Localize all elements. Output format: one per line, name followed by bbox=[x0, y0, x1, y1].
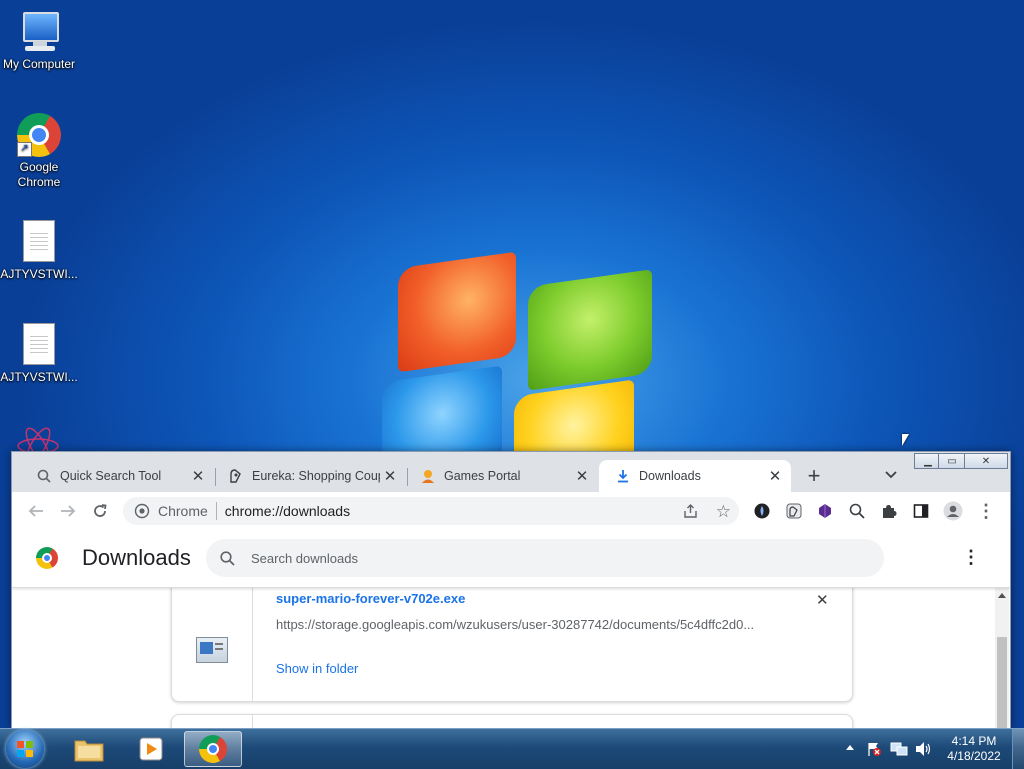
search-icon bbox=[220, 550, 235, 566]
downloads-header: Downloads Search downloads ⋮ bbox=[12, 530, 1010, 588]
folder-icon bbox=[74, 740, 104, 762]
search-downloads-placeholder: Search downloads bbox=[251, 550, 358, 566]
mouse-cursor bbox=[902, 434, 909, 446]
chrome-menu-icon[interactable]: ⋮ bbox=[974, 499, 998, 523]
eureka-extension-icon[interactable] bbox=[782, 499, 806, 523]
scroll-up-arrow-icon[interactable] bbox=[998, 593, 1006, 598]
gem-extension-icon[interactable] bbox=[813, 499, 837, 523]
tab-games-portal[interactable]: Games Portal ✕ bbox=[404, 460, 598, 492]
scrollbar-thumb[interactable] bbox=[997, 637, 1007, 729]
tab-title: Quick Search Tool bbox=[60, 469, 162, 483]
volume-icon[interactable] bbox=[914, 741, 932, 762]
eureka-icon bbox=[228, 468, 244, 484]
desktop-icon-label: My Computer bbox=[2, 57, 76, 71]
zoom-icon[interactable] bbox=[845, 499, 869, 523]
download-item-card: super-mario-forever-v702e.exe https://st… bbox=[171, 570, 853, 702]
desktop-icon-label: Google Chrome bbox=[17, 160, 61, 189]
tab-downloads[interactable]: Downloads ✕ bbox=[599, 460, 791, 492]
document-icon bbox=[17, 323, 61, 367]
action-center-flag-icon[interactable] bbox=[866, 741, 882, 762]
bookmark-star-icon[interactable]: ☆ bbox=[716, 502, 731, 522]
download-icon bbox=[615, 468, 631, 484]
windows-logo-wallpaper bbox=[368, 250, 668, 491]
taskbar-file-explorer[interactable] bbox=[60, 731, 118, 767]
desktop-icon-file-1[interactable]: AJTYVSTWI... bbox=[0, 220, 78, 282]
clock-date: 4/18/2022 bbox=[947, 749, 1001, 763]
omnibox-divider bbox=[215, 502, 217, 520]
extensions-puzzle-icon[interactable] bbox=[877, 499, 901, 523]
download-source-url[interactable]: https://storage.googleapis.com/wzukusers… bbox=[276, 617, 776, 632]
show-desktop-button[interactable] bbox=[1012, 729, 1024, 769]
close-tab-icon[interactable]: ✕ bbox=[188, 467, 208, 485]
page-title: Downloads bbox=[82, 545, 191, 570]
atom-icon[interactable] bbox=[16, 424, 60, 452]
desktop-icon-my-computer[interactable]: My Computer bbox=[0, 10, 78, 72]
show-hidden-icons-arrow[interactable] bbox=[846, 745, 854, 750]
close-tab-icon[interactable]: ✕ bbox=[380, 467, 400, 485]
desktop-icon-label: AJTYVSTWI... bbox=[0, 370, 78, 384]
close-tab-icon[interactable]: ✕ bbox=[765, 467, 785, 485]
card-divider bbox=[252, 715, 253, 729]
maximize-button[interactable]: ▭ bbox=[938, 453, 966, 469]
tab-title: Eureka: Shopping Coupons bbox=[252, 469, 380, 483]
downloads-more-menu-icon[interactable]: ⋮ bbox=[962, 547, 980, 568]
omnibox[interactable]: Chrome chrome://downloads ☆ bbox=[123, 497, 739, 525]
desktop-icon-label: AJTYVSTWI... bbox=[0, 267, 78, 281]
tab-strip: Quick Search Tool ✕ Eureka: Shopping Cou… bbox=[12, 452, 1010, 492]
taskbar-media-player[interactable] bbox=[122, 731, 180, 767]
chrome-site-icon bbox=[134, 503, 150, 519]
tab-search-chevron-icon[interactable] bbox=[880, 466, 902, 486]
download-filename-link[interactable]: super-mario-forever-v702e.exe bbox=[276, 591, 465, 606]
forward-button[interactable] bbox=[56, 499, 80, 523]
chrome-logo-icon bbox=[36, 547, 58, 569]
taskbar: 4:14 PM 4/18/2022 bbox=[0, 728, 1024, 769]
downloads-page: Downloads Search downloads ⋮ super-mario… bbox=[12, 530, 1010, 729]
back-button[interactable] bbox=[24, 499, 48, 523]
omnibox-url: chrome://downloads bbox=[224, 503, 351, 519]
clock-time: 4:14 PM bbox=[951, 734, 997, 748]
page-scrollbar[interactable] bbox=[995, 587, 1009, 729]
windows-flag-icon bbox=[17, 741, 33, 757]
card-divider bbox=[252, 571, 253, 701]
remove-download-icon[interactable]: ✕ bbox=[816, 591, 829, 609]
tab-eureka[interactable]: Eureka: Shopping Coupons ✕ bbox=[212, 460, 406, 492]
browser-toolbar: Chrome chrome://downloads ☆ ⋮ bbox=[12, 492, 1010, 530]
system-clock[interactable]: 4:14 PM 4/18/2022 bbox=[938, 734, 1010, 764]
shortcut-arrow-icon: ↗ bbox=[17, 142, 32, 157]
start-button[interactable] bbox=[6, 730, 44, 768]
show-in-folder-link[interactable]: Show in folder bbox=[276, 661, 358, 676]
tab-title: Downloads bbox=[639, 469, 701, 483]
chrome-icon bbox=[199, 735, 227, 763]
tab-title: Games Portal bbox=[444, 469, 521, 483]
chrome-icon: ↗ bbox=[17, 113, 61, 157]
omnibox-site-label: Chrome bbox=[158, 503, 208, 519]
document-icon bbox=[17, 220, 61, 264]
search-icon bbox=[36, 468, 52, 484]
close-window-button[interactable]: ✕ bbox=[964, 453, 1008, 469]
network-icon[interactable] bbox=[890, 741, 908, 762]
computer-icon bbox=[17, 10, 61, 54]
extension-1-icon[interactable] bbox=[750, 499, 774, 523]
desktop-icon-file-2[interactable]: AJTYVSTWI... bbox=[0, 323, 78, 385]
new-tab-button[interactable]: + bbox=[802, 464, 826, 488]
tab-quick-search-tool[interactable]: Quick Search Tool ✕ bbox=[20, 460, 214, 492]
taskbar-chrome[interactable] bbox=[184, 731, 242, 767]
search-downloads-field[interactable]: Search downloads bbox=[206, 539, 884, 577]
games-icon bbox=[420, 468, 436, 484]
chrome-window: Quick Search Tool ✕ Eureka: Shopping Cou… bbox=[11, 451, 1011, 730]
download-item-card bbox=[171, 714, 853, 729]
close-tab-icon[interactable]: ✕ bbox=[572, 467, 592, 485]
profile-avatar-icon[interactable] bbox=[941, 499, 965, 523]
exe-file-icon bbox=[196, 637, 228, 663]
reload-button[interactable] bbox=[88, 499, 112, 523]
share-icon[interactable] bbox=[683, 503, 699, 522]
desktop-icon-google-chrome[interactable]: ↗ Google Chrome bbox=[0, 113, 78, 190]
side-panel-icon[interactable] bbox=[909, 499, 933, 523]
media-player-icon bbox=[139, 737, 163, 761]
